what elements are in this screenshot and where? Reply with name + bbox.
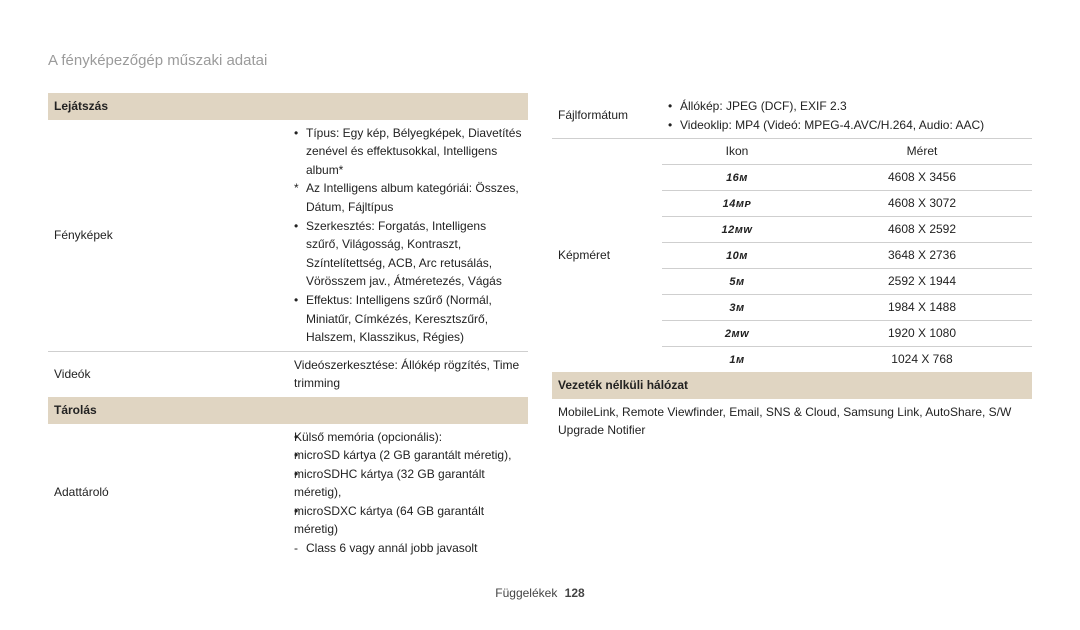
- list-item: Videoklip: MP4 (Videó: MPEG-4.AVC/H.264,…: [668, 116, 1026, 135]
- row-fenykepek: Fényképek Típus: Egy kép, Bélyegképek, D…: [48, 120, 528, 352]
- table-row: 10ᴍ3648 X 2736: [662, 242, 1032, 268]
- section-header-label: Tárolás: [48, 397, 528, 424]
- list-item: Class 6 vagy annál jobb javasolt: [294, 539, 522, 558]
- section-header-tarolas: Tárolás: [48, 397, 528, 424]
- size-value: 4608 X 3456: [812, 164, 1032, 190]
- table-row: 2ᴍᴡ1920 X 1080: [662, 321, 1032, 347]
- list-item: Szerkesztés: Forgatás, Intelligens szűrő…: [294, 217, 522, 291]
- row-label: Adattároló: [48, 424, 288, 562]
- table-row: 5ᴍ2592 X 1944: [662, 268, 1032, 294]
- size-value: 1984 X 1488: [812, 295, 1032, 321]
- page-footer: Függelékek 128: [48, 586, 1032, 600]
- size-icon: 16ᴍ: [662, 164, 812, 190]
- size-value: 1920 X 1080: [812, 321, 1032, 347]
- row-value: Videószerkesztése: Állókép rögzítés, Tim…: [288, 351, 528, 397]
- row-label: Videók: [48, 351, 288, 397]
- list-item: microSDHC kártya (32 GB garantált méreti…: [294, 465, 522, 502]
- row-label: Fájlformátum: [552, 93, 662, 139]
- content-columns: Lejátszás Fényképek Típus: Egy kép, Bély…: [48, 93, 1032, 586]
- adattarolo-lines: Külső memória (opcionális): microSD kárt…: [294, 428, 522, 558]
- table-row: 14ᴍᴘ4608 X 3072: [662, 190, 1032, 216]
- list-item: microSD kártya (2 GB garantált méretig),: [294, 446, 522, 465]
- row-wifi: MobileLink, Remote Viewfinder, Email, SN…: [552, 399, 1032, 444]
- row-value: Külső memória (opcionális): microSD kárt…: [288, 424, 528, 562]
- row-value: Típus: Egy kép, Bélyegképek, Diavetítés …: [288, 120, 528, 352]
- footer-label: Függelékek: [495, 586, 557, 600]
- size-icon: 3ᴍ: [662, 295, 812, 321]
- fenykepek-list: Típus: Egy kép, Bélyegképek, Diavetítés …: [294, 124, 522, 347]
- size-value: 3648 X 2736: [812, 242, 1032, 268]
- table-row: 12ᴍᴡ4608 X 2592: [662, 216, 1032, 242]
- row-value: Ikon Méret 16ᴍ4608 X 3456 14ᴍᴘ4608 X 307…: [662, 139, 1032, 372]
- kepmeret-header-row: Ikon Méret: [662, 139, 1032, 164]
- row-kepmeret: Képméret Ikon Méret 16ᴍ4608 X 3456 14ᴍᴘ4…: [552, 139, 1032, 372]
- row-value: Állókép: JPEG (DCF), EXIF 2.3 Videoklip:…: [662, 93, 1032, 139]
- table-row: 3ᴍ1984 X 1488: [662, 295, 1032, 321]
- size-icon: 1ᴍ: [662, 347, 812, 373]
- row-value: MobileLink, Remote Viewfinder, Email, SN…: [552, 399, 1032, 444]
- section-header-label: Lejátszás: [48, 93, 528, 120]
- fajlformatum-list: Állókép: JPEG (DCF), EXIF 2.3 Videoklip:…: [668, 97, 1026, 134]
- left-column: Lejátszás Fényképek Típus: Egy kép, Bély…: [48, 93, 528, 586]
- size-value: 4608 X 3072: [812, 190, 1032, 216]
- row-videok: Videók Videószerkesztése: Állókép rögzít…: [48, 351, 528, 397]
- size-value: 4608 X 2592: [812, 216, 1032, 242]
- size-icon: 10ᴍ: [662, 242, 812, 268]
- row-fajlformatum: Fájlformátum Állókép: JPEG (DCF), EXIF 2…: [552, 93, 1032, 139]
- section-header-lejatszas: Lejátszás: [48, 93, 528, 120]
- list-item: Típus: Egy kép, Bélyegképek, Diavetítés …: [294, 124, 522, 180]
- list-item: Állókép: JPEG (DCF), EXIF 2.3: [668, 97, 1026, 116]
- section-header-label: Vezeték nélküli hálózat: [552, 372, 1032, 399]
- section-header-wifi: Vezeték nélküli hálózat: [552, 372, 1032, 399]
- list-item: Külső memória (opcionális):: [294, 428, 522, 447]
- right-table: Fájlformátum Állókép: JPEG (DCF), EXIF 2…: [552, 93, 1032, 444]
- kepmeret-header-ikon: Ikon: [662, 139, 812, 164]
- row-adattarolo: Adattároló Külső memória (opcionális): m…: [48, 424, 528, 562]
- size-icon: 5ᴍ: [662, 268, 812, 294]
- table-row: 16ᴍ4608 X 3456: [662, 164, 1032, 190]
- size-icon: 12ᴍᴡ: [662, 216, 812, 242]
- document-page: A fényképezőgép műszaki adatai Lejátszás…: [0, 0, 1080, 630]
- list-item: Effektus: Intelligens szűrő (Normál, Min…: [294, 291, 522, 347]
- table-row: 1ᴍ1024 X 768: [662, 347, 1032, 373]
- row-label: Képméret: [552, 139, 662, 372]
- left-table: Lejátszás Fényképek Típus: Egy kép, Bély…: [48, 93, 528, 562]
- size-value: 2592 X 1944: [812, 268, 1032, 294]
- kepmeret-header-meret: Méret: [812, 139, 1032, 164]
- size-value: 1024 X 768: [812, 347, 1032, 373]
- page-title: A fényképezőgép műszaki adatai: [48, 52, 1032, 69]
- size-icon: 2ᴍᴡ: [662, 321, 812, 347]
- list-item: Az Intelligens album kategóriái: Összes,…: [294, 179, 522, 216]
- size-icon: 14ᴍᴘ: [662, 190, 812, 216]
- right-column: Fájlformátum Állókép: JPEG (DCF), EXIF 2…: [552, 93, 1032, 586]
- footer-page-number: 128: [565, 586, 585, 600]
- list-item: microSDXC kártya (64 GB garantált méreti…: [294, 502, 522, 539]
- kepmeret-table: Ikon Méret 16ᴍ4608 X 3456 14ᴍᴘ4608 X 307…: [662, 139, 1032, 372]
- row-label: Fényképek: [48, 120, 288, 352]
